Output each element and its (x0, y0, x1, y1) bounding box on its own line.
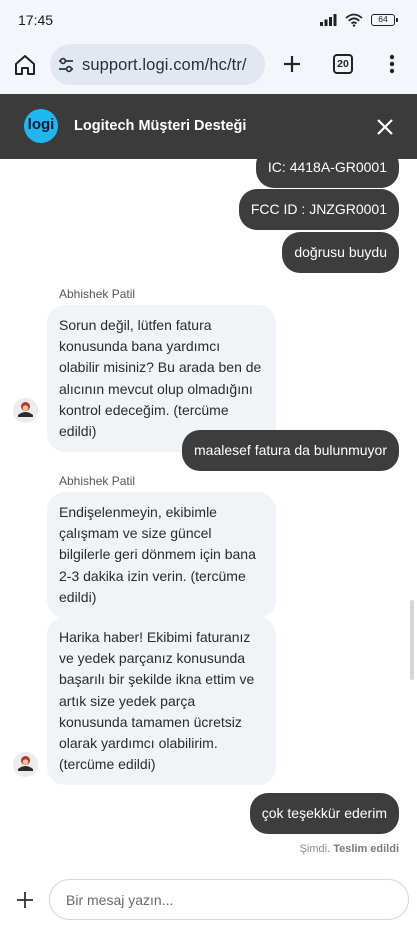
user-message: IC: 4418A-GR0001 (255, 159, 399, 188)
tab-switcher-icon[interactable]: 20 (333, 54, 353, 74)
user-message: maalesef fatura da bulunmuyor (182, 430, 399, 471)
scrollbar[interactable] (410, 600, 414, 680)
status-icons: 64 (320, 12, 398, 28)
close-icon[interactable] (373, 115, 397, 139)
battery-icon: 64 (371, 14, 398, 26)
site-settings-icon[interactable] (57, 56, 75, 74)
delivery-status: Şimdi. Teslim edildi (300, 843, 399, 855)
agent-avatar (13, 752, 38, 777)
home-icon[interactable] (12, 52, 38, 78)
more-menu-icon[interactable] (384, 52, 400, 76)
chat-header: logi Logitech Müşteri Desteği (0, 94, 417, 159)
status-bar: 17:45 64 (0, 0, 417, 40)
message-input-box[interactable] (49, 879, 409, 920)
message-list[interactable]: IC: 4418A-GR0001 FCC ID : JNZGR0001 doğr… (0, 159, 417, 866)
agent-message: Endişelenmeyin, ekibimle çalışmam ve siz… (47, 492, 276, 619)
logitech-logo: logi (24, 109, 58, 143)
message-input[interactable] (66, 890, 386, 910)
browser-toolbar: support.logi.com/hc/tr/ 20 (0, 40, 417, 94)
wifi-icon (345, 13, 363, 27)
agent-message: Harika haber! Ekibimi faturanız ve yedek… (47, 617, 276, 786)
agent-avatar (13, 398, 38, 423)
url-text[interactable]: support.logi.com/hc/tr/ (82, 56, 247, 75)
user-message: FCC ID : JNZGR0001 (238, 189, 399, 230)
avatar-icon (13, 398, 38, 423)
delivery-label: Teslim edildi (333, 843, 399, 855)
chat-title: Logitech Müşteri Desteği (74, 118, 247, 134)
agent-name: Abhishek Patil (59, 287, 136, 301)
new-tab-icon[interactable] (280, 52, 304, 76)
user-message: çok teşekkür ederim (249, 793, 399, 834)
delivery-time: Şimdi. (299, 843, 331, 855)
avatar-icon (13, 752, 38, 777)
agent-name: Abhishek Patil (59, 474, 136, 488)
attach-plus-icon[interactable] (14, 889, 36, 911)
status-time: 17:45 (18, 12, 54, 28)
composer (0, 866, 417, 927)
user-message: doğrusu buydu (282, 232, 399, 273)
signal-icon (320, 14, 337, 26)
url-bar[interactable]: support.logi.com/hc/tr/ (50, 44, 265, 85)
